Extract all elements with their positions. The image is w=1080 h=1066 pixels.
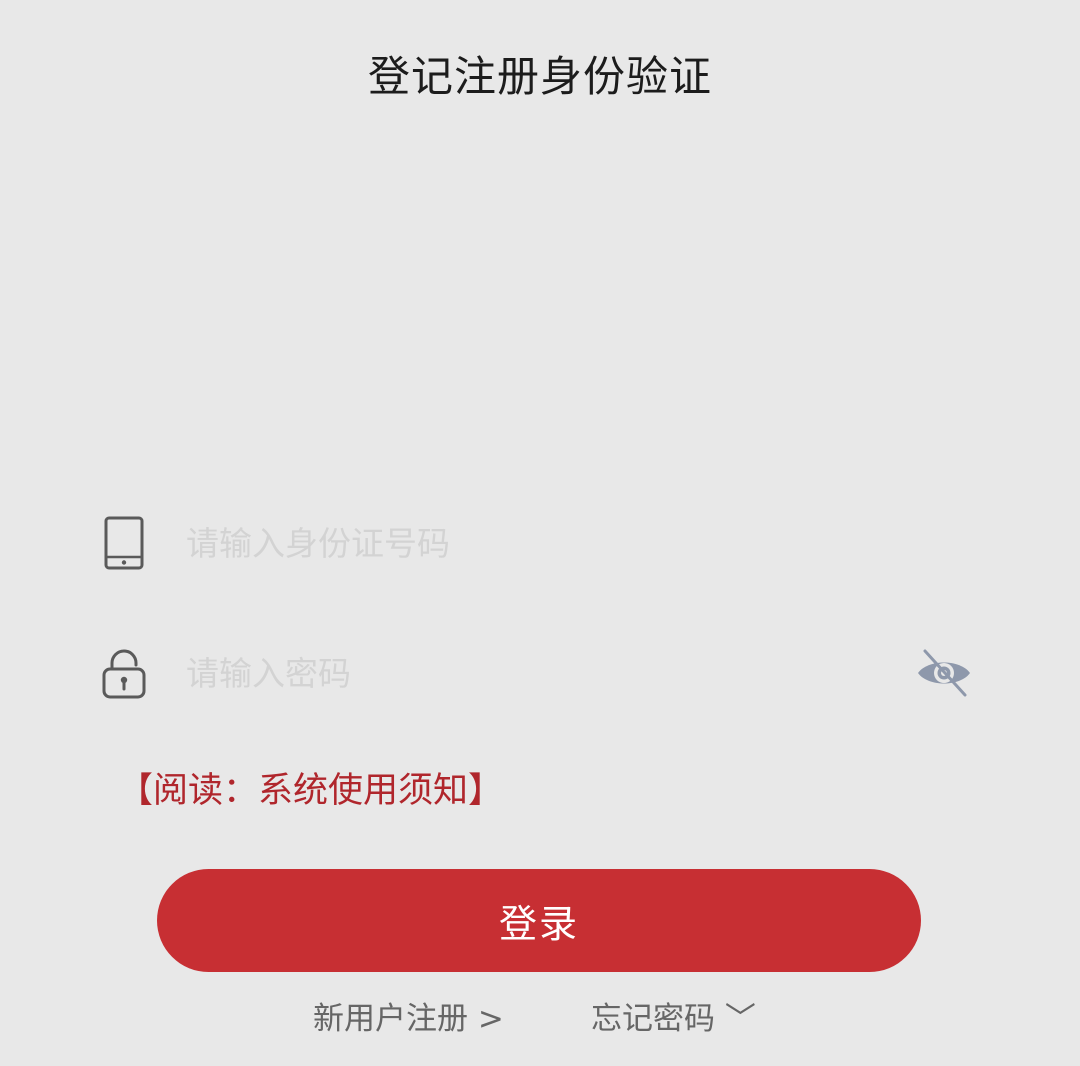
login-button[interactable]: 登录	[157, 869, 921, 972]
unlock-icon	[100, 645, 148, 701]
page-title: 登记注册身份验证	[367, 52, 712, 101]
usage-notice-link[interactable]: 【阅读：系统使用须知】	[118, 766, 503, 816]
register-link[interactable]: 新用户注册 >	[313, 996, 504, 1042]
id-number-row	[0, 511, 1080, 575]
password-visibility-toggle-icon[interactable]	[912, 645, 976, 701]
forgot-password-link[interactable]: 忘记密码 ﹀	[591, 996, 756, 1042]
password-row	[0, 641, 1080, 705]
id-number-input[interactable]	[186, 517, 886, 569]
password-input[interactable]	[186, 647, 886, 699]
tablet-icon	[100, 515, 148, 571]
